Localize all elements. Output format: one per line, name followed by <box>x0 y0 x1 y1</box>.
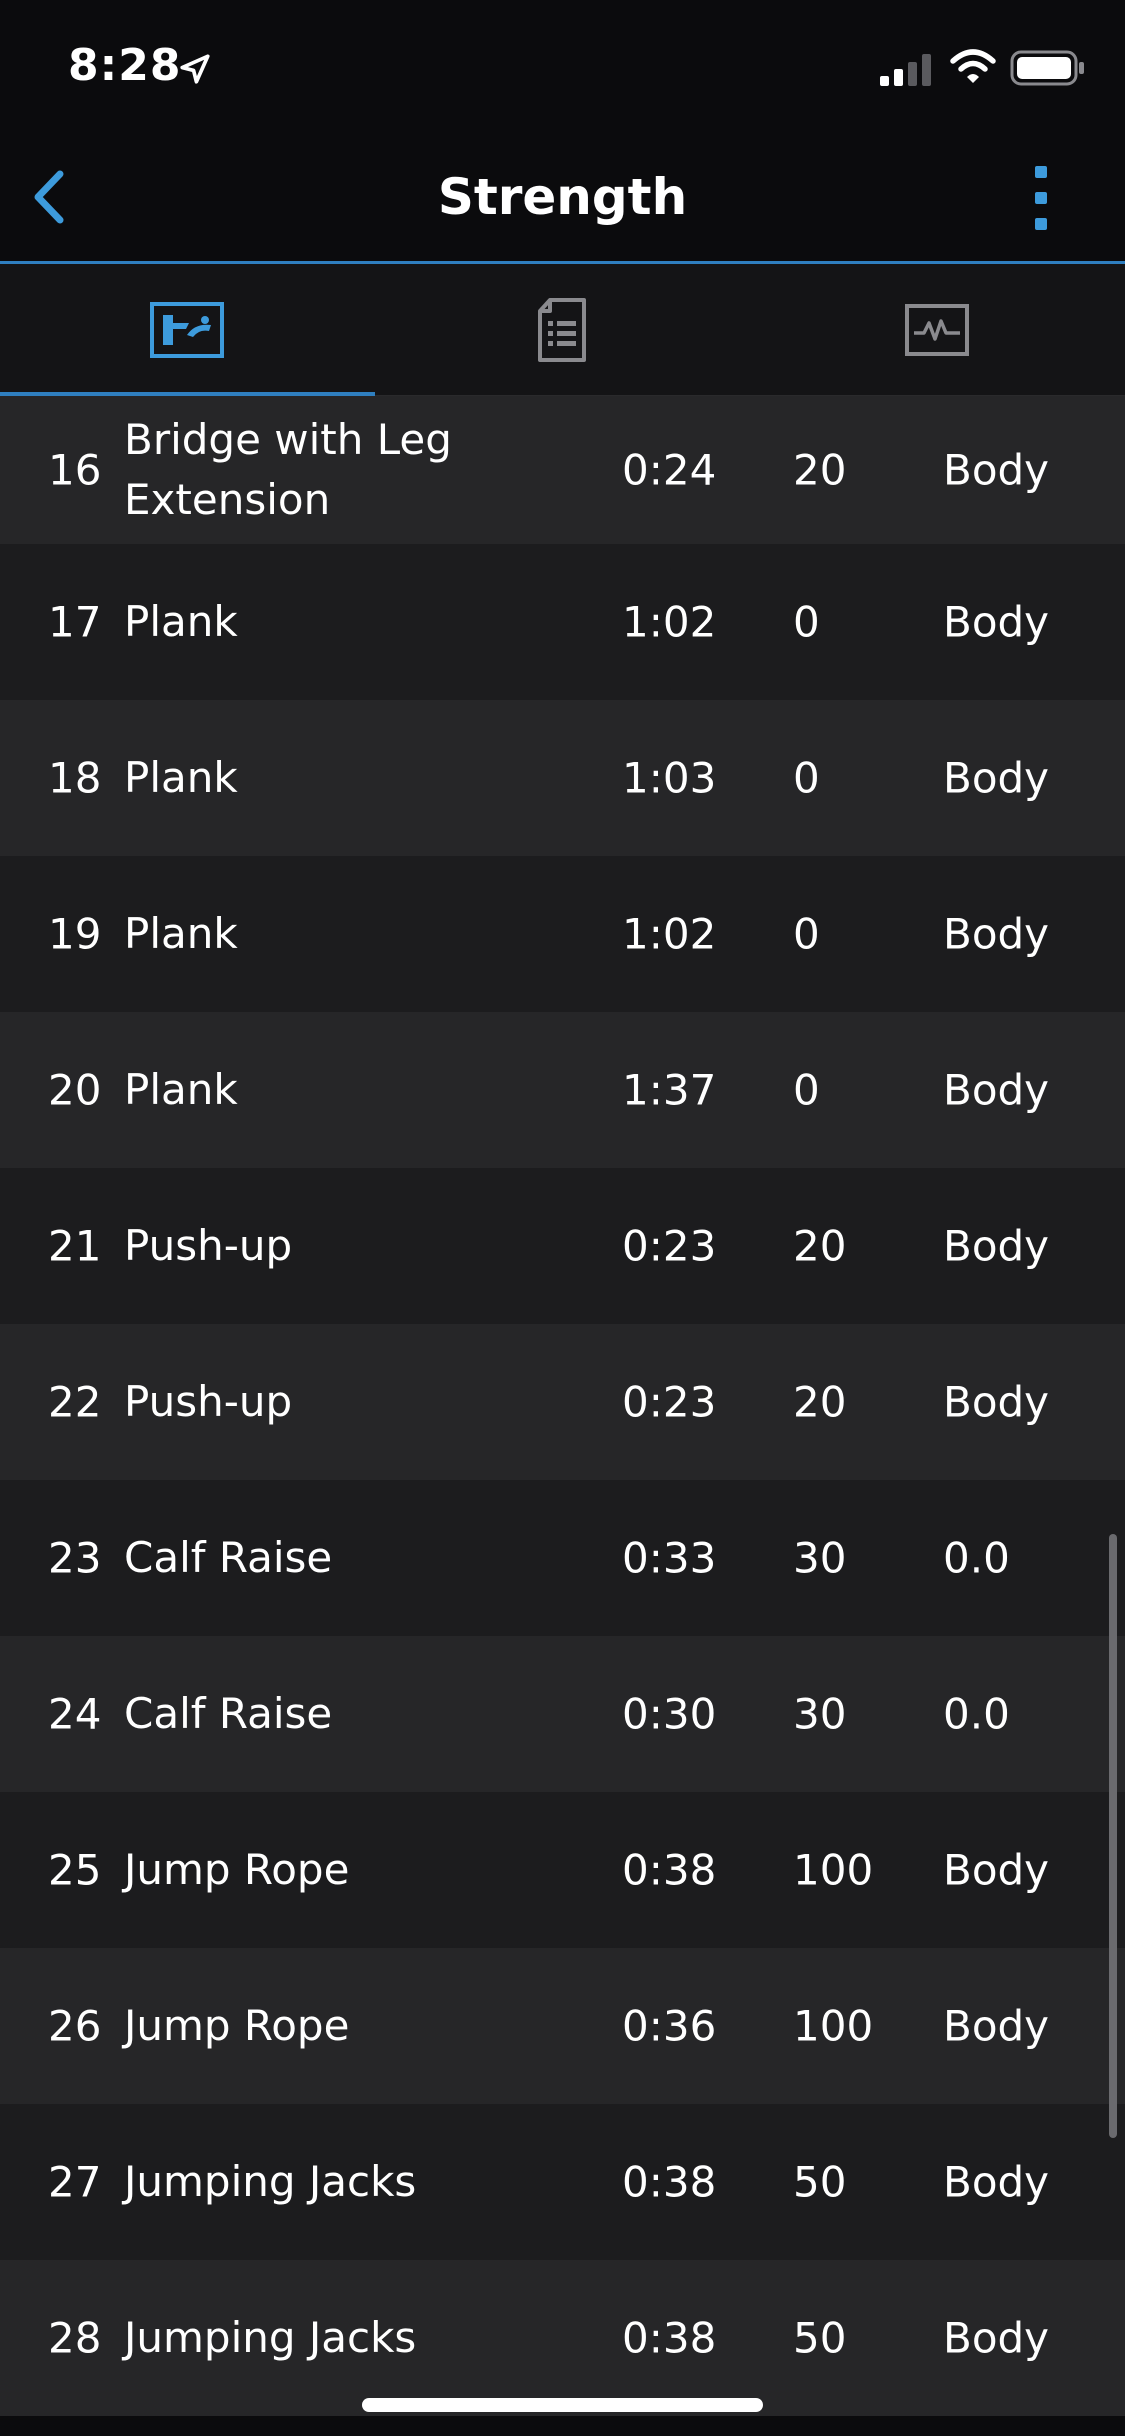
set-number: 17 <box>48 597 102 647</box>
set-number: 24 <box>48 1689 102 1739</box>
set-reps: 100 <box>793 2001 874 2051</box>
set-duration: 1:03 <box>622 753 717 803</box>
exercise-name: Push-up <box>124 1377 293 1426</box>
exercise-name: Plank <box>124 909 238 958</box>
exercise-name: Push-up <box>124 1221 293 1270</box>
set-weight: Body <box>943 1221 1050 1271</box>
set-reps: 30 <box>793 1533 847 1583</box>
exercise-name: Jump Rope <box>124 2001 350 2050</box>
navigation-bar: Strength <box>0 132 1125 264</box>
set-weight: Body <box>943 1377 1050 1427</box>
page-title: Strength <box>437 168 688 226</box>
set-weight: Body <box>943 2157 1050 2207</box>
exercise-name: Plank <box>124 753 238 802</box>
status-bar: 8:28 <box>0 0 1125 132</box>
set-reps: 0 <box>793 909 820 959</box>
table-row[interactable]: 16 Bridge with Leg Extension 0:24 20 Bod… <box>0 396 1125 544</box>
set-duration: 0:38 <box>622 2313 717 2363</box>
set-weight: Body <box>943 445 1050 495</box>
table-row[interactable]: 18 Plank 1:03 0 Body <box>0 700 1125 856</box>
table-row[interactable]: 28 Jumping Jacks 0:38 50 Body <box>0 2260 1125 2416</box>
set-duration: 0:36 <box>622 2001 717 2051</box>
set-weight: Body <box>943 753 1050 803</box>
summary-icon <box>150 302 224 358</box>
set-weight: Body <box>943 2313 1050 2363</box>
table-row[interactable]: 26 Jump Rope 0:36 100 Body <box>0 1948 1125 2104</box>
table-row[interactable]: 25 Jump Rope 0:38 100 Body <box>0 1792 1125 1948</box>
chart-icon <box>905 304 969 356</box>
battery-icon <box>1010 50 1084 86</box>
table-row[interactable]: 21 Push-up 0:23 20 Body <box>0 1168 1125 1324</box>
set-number: 22 <box>48 1377 102 1427</box>
set-reps: 20 <box>793 1221 847 1271</box>
cellular-signal-icon <box>880 54 931 86</box>
set-duration: 0:23 <box>622 1221 717 1271</box>
table-row[interactable]: 19 Plank 1:02 0 Body <box>0 856 1125 1012</box>
set-duration: 0:23 <box>622 1377 717 1427</box>
set-duration: 0:30 <box>622 1689 717 1739</box>
table-row[interactable]: 20 Plank 1:37 0 Body <box>0 1012 1125 1168</box>
tab-summary[interactable] <box>0 264 375 397</box>
scrollbar[interactable] <box>1109 1534 1117 2138</box>
set-number: 25 <box>48 1845 102 1895</box>
set-weight: Body <box>943 597 1050 647</box>
exercise-name: Plank <box>124 597 238 646</box>
exercise-name: Jump Rope <box>124 1845 350 1894</box>
set-duration: 1:02 <box>622 909 717 959</box>
exercise-name: Plank <box>124 1065 238 1114</box>
details-document-icon <box>538 298 586 362</box>
set-reps: 0 <box>793 1065 820 1115</box>
set-reps: 0 <box>793 597 820 647</box>
set-reps: 50 <box>793 2157 847 2207</box>
set-reps: 0 <box>793 753 820 803</box>
set-reps: 100 <box>793 1845 874 1895</box>
set-number: 27 <box>48 2157 102 2207</box>
exercise-name: Bridge with Leg Extension <box>124 415 452 524</box>
exercise-name: Calf Raise <box>124 1533 333 1582</box>
tab-charts[interactable] <box>750 264 1125 396</box>
set-number: 18 <box>48 753 102 803</box>
home-indicator[interactable] <box>362 2398 763 2412</box>
table-row[interactable]: 27 Jumping Jacks 0:38 50 Body <box>0 2104 1125 2260</box>
table-row[interactable]: 23 Calf Raise 0:33 30 0.0 <box>0 1480 1125 1636</box>
exercise-name: Jumping Jacks <box>124 2313 417 2362</box>
sets-list: 16 Bridge with Leg Extension 0:24 20 Bod… <box>0 396 1125 2416</box>
set-duration: 0:33 <box>622 1533 717 1583</box>
set-number: 26 <box>48 2001 102 2051</box>
set-weight: Body <box>943 1845 1050 1895</box>
exercise-name: Jumping Jacks <box>124 2157 417 2206</box>
set-weight: 0.0 <box>943 1533 1010 1583</box>
set-reps: 50 <box>793 2313 847 2363</box>
tab-bar <box>0 264 1125 397</box>
more-options-icon[interactable] <box>1020 162 1064 234</box>
set-weight: 0.0 <box>943 1689 1010 1739</box>
exercise-name: Calf Raise <box>124 1689 333 1738</box>
table-row[interactable]: 17 Plank 1:02 0 Body <box>0 544 1125 700</box>
set-reps: 30 <box>793 1689 847 1739</box>
set-reps: 20 <box>793 1377 847 1427</box>
set-number: 21 <box>48 1221 102 1271</box>
set-number: 19 <box>48 909 102 959</box>
set-weight: Body <box>943 1065 1050 1115</box>
table-row[interactable]: 22 Push-up 0:23 20 Body <box>0 1324 1125 1480</box>
set-duration: 1:37 <box>622 1065 717 1115</box>
set-weight: Body <box>943 909 1050 959</box>
set-number: 16 <box>48 445 102 495</box>
set-weight: Body <box>943 2001 1050 2051</box>
tab-details[interactable] <box>375 264 750 396</box>
set-duration: 1:02 <box>622 597 717 647</box>
set-reps: 20 <box>793 445 847 495</box>
set-duration: 0:38 <box>622 2157 717 2207</box>
table-row[interactable]: 24 Calf Raise 0:30 30 0.0 <box>0 1636 1125 1792</box>
status-time: 8:28 <box>68 40 182 91</box>
location-arrow-icon <box>180 54 210 84</box>
set-duration: 0:38 <box>622 1845 717 1895</box>
set-number: 28 <box>48 2313 102 2363</box>
set-number: 23 <box>48 1533 102 1583</box>
set-duration: 0:24 <box>622 445 717 495</box>
set-number: 20 <box>48 1065 102 1115</box>
wifi-icon <box>950 49 996 83</box>
